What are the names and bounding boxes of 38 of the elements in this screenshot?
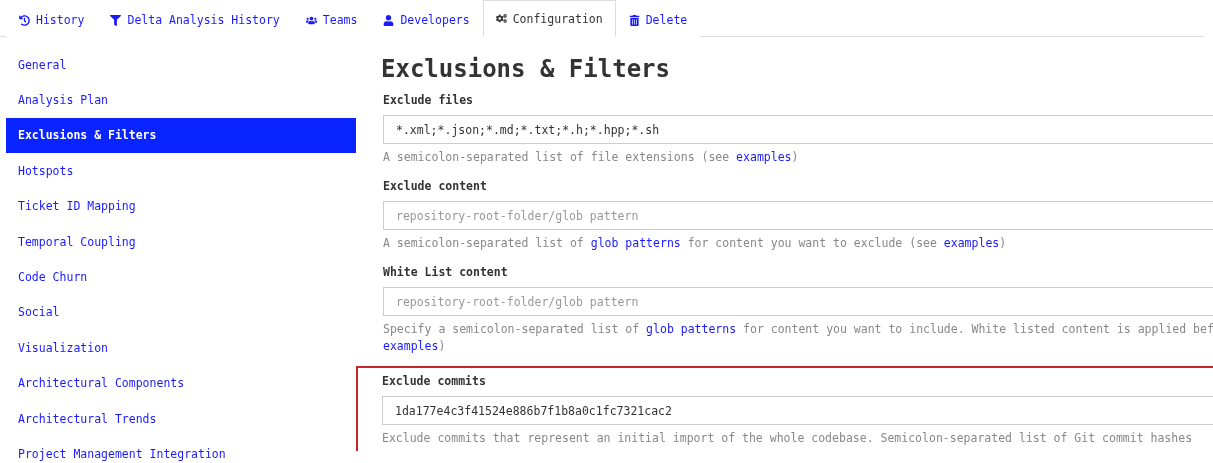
sidebar-item[interactable]: Hotspots bbox=[6, 153, 356, 189]
gears-icon bbox=[495, 13, 507, 24]
users-icon bbox=[305, 14, 317, 26]
input-field[interactable]: repository-root-folder/glob pattern bbox=[383, 201, 1213, 230]
examples-link[interactable]: examples bbox=[943, 236, 1000, 250]
help-text: Exclude commits that represent an initial import of the whole codebase. Semicolon-separated list of Git commit hashes bbox=[382, 430, 1193, 447]
help-text: A semicolon-separated list of glob patterns for content you want to exclude (see examples) bbox=[383, 235, 1007, 252]
help-text: examples) bbox=[383, 338, 446, 355]
sidebar-item[interactable]: Social bbox=[6, 294, 356, 331]
help-text: Specify a semicolon-separated list of glob patterns for content you want to include. White listed content is applied bef bbox=[383, 321, 1213, 338]
examples-link[interactable]: glob patterns bbox=[590, 236, 681, 250]
sidebar-item[interactable]: Exclusions & Filters bbox=[6, 117, 356, 154]
input-field[interactable]: repository-root-folder/glob pattern bbox=[383, 287, 1213, 316]
input-field[interactable]: 1da177e4c3f41524e886b7f1b8a0c1fc7321cac2 bbox=[382, 396, 1213, 425]
page-title: Exclusions & Filters bbox=[381, 55, 670, 83]
tab[interactable]: Configuration bbox=[482, 0, 616, 37]
sidebar-item[interactable]: Architectural Components bbox=[6, 365, 356, 401]
sidebar-item[interactable]: Ticket ID Mapping bbox=[6, 188, 356, 224]
input-field[interactable]: *.xml;*.json;*.md;*.txt;*.h;*.hpp;*.sh bbox=[383, 115, 1213, 144]
sidebar-item[interactable]: General bbox=[6, 47, 356, 83]
sidebar-item[interactable]: Code Churn bbox=[6, 259, 356, 295]
user-icon bbox=[383, 14, 395, 26]
sidebar-item[interactable]: Analysis Plan bbox=[6, 82, 356, 118]
field-label: Exclude content bbox=[383, 179, 487, 193]
sidebar-item[interactable]: Visualization bbox=[6, 330, 356, 366]
sidebar-item[interactable]: Architectural Trends bbox=[6, 400, 356, 437]
examples-link[interactable]: examples bbox=[736, 150, 792, 164]
filter-icon bbox=[110, 14, 122, 26]
history-icon bbox=[19, 14, 30, 26]
help-text: A semicolon-separated list of file extensions (see examples) bbox=[383, 149, 799, 166]
examples-link[interactable]: examples bbox=[383, 339, 439, 353]
field-label: White List content bbox=[383, 265, 508, 279]
examples-link[interactable]: glob patterns bbox=[646, 322, 737, 336]
sidebar-item[interactable]: Temporal Coupling bbox=[6, 223, 356, 260]
sidebar-item[interactable]: Project Management Integration bbox=[6, 436, 356, 463]
trash-icon bbox=[628, 14, 640, 26]
field-label: Exclude files bbox=[383, 93, 473, 107]
field-label: Exclude commits bbox=[382, 374, 486, 388]
